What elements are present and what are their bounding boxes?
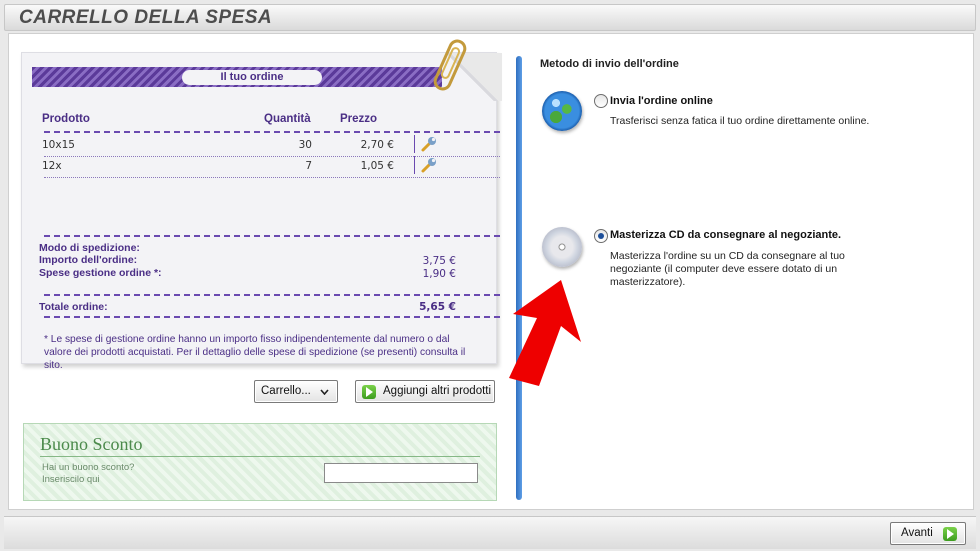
total-divider bbox=[44, 294, 500, 296]
coupon-input[interactable] bbox=[324, 463, 478, 483]
green-arrow-icon bbox=[943, 527, 957, 541]
add-products-button[interactable]: Aggiungi altri prodotti bbox=[355, 380, 495, 403]
coupon-question-text: Hai un buono sconto? bbox=[42, 462, 135, 473]
next-button[interactable]: Avanti bbox=[890, 522, 966, 545]
summary-divider bbox=[44, 235, 500, 237]
fees-note: * Le spese di gestione ordine hanno un i… bbox=[44, 334, 466, 371]
total-label: Totale ordine: bbox=[39, 301, 108, 313]
header-bar: CARRELLO DELLA SPESA bbox=[4, 4, 976, 31]
cart-dropdown-button[interactable]: Carrello... bbox=[254, 380, 338, 403]
coupon-title-underline bbox=[40, 456, 480, 457]
wrench-icon[interactable] bbox=[420, 135, 438, 153]
globe-icon bbox=[542, 91, 582, 131]
radio-online[interactable] bbox=[594, 94, 608, 108]
red-arrow-icon bbox=[509, 280, 581, 386]
green-arrow-icon bbox=[362, 385, 376, 399]
amount-label: Importo dell'ordine: bbox=[39, 254, 138, 266]
coupon-hint-text: Inseriscilo qui bbox=[42, 474, 100, 485]
send-method-title: Metodo di invio dell'ordine bbox=[540, 58, 679, 70]
chevron-down-icon bbox=[320, 389, 329, 395]
row-separator bbox=[414, 135, 415, 153]
col-quantity: Quantità bbox=[264, 113, 311, 125]
col-price: Prezzo bbox=[340, 113, 378, 125]
cd-icon bbox=[542, 227, 582, 267]
row-price: 1,05 € bbox=[360, 160, 394, 172]
amount-value: 3,75 € bbox=[422, 255, 456, 267]
main-panel: Il tuo ordine Prodotto Quantità Prezzo 1… bbox=[8, 33, 974, 510]
fees-label: Spese gestione ordine *: bbox=[39, 267, 162, 279]
radio-cd[interactable] bbox=[594, 229, 608, 243]
row-quantity: 30 bbox=[298, 139, 312, 151]
total-value: 5,65 € bbox=[419, 301, 456, 313]
option-online-desc: Trasferisci senza fatica il tuo ordine d… bbox=[610, 115, 870, 127]
order-title: Il tuo ordine bbox=[182, 70, 322, 85]
header-divider bbox=[44, 131, 500, 133]
add-products-label: Aggiungi altri prodotti bbox=[383, 385, 492, 397]
row-quantity: 7 bbox=[305, 160, 312, 172]
option-online-label[interactable]: Invia l'ordine online bbox=[610, 95, 713, 107]
total-divider-bottom bbox=[44, 316, 500, 318]
footer-bar: Avanti bbox=[4, 516, 976, 549]
next-button-label: Avanti bbox=[901, 527, 933, 539]
cart-button-label: Carrello... bbox=[261, 385, 311, 397]
row-product: 12x bbox=[42, 160, 62, 172]
shipping-label: Modo di spedizione: bbox=[39, 242, 140, 254]
coupon-title: Buono Sconto bbox=[40, 434, 143, 454]
wrench-icon[interactable] bbox=[420, 156, 438, 174]
fees-value: 1,90 € bbox=[422, 268, 456, 280]
row-product: 10x15 bbox=[42, 139, 75, 151]
coupon-box: Buono Sconto Hai un buono sconto? Inseri… bbox=[23, 423, 497, 501]
order-sheet: Il tuo ordine Prodotto Quantità Prezzo 1… bbox=[21, 52, 502, 371]
row-separator bbox=[414, 156, 415, 174]
row-price: 2,70 € bbox=[360, 139, 394, 151]
page-title: CARRELLO DELLA SPESA bbox=[19, 7, 273, 28]
option-cd-desc: Masterizza l'ordine su un CD da consegna… bbox=[610, 250, 845, 288]
row-divider bbox=[44, 177, 500, 178]
option-cd-label[interactable]: Masterizza CD da consegnare al negoziant… bbox=[610, 229, 841, 241]
coupon-question: Hai un buono sconto? Inseriscilo qui bbox=[42, 462, 134, 486]
col-product: Prodotto bbox=[42, 113, 90, 125]
